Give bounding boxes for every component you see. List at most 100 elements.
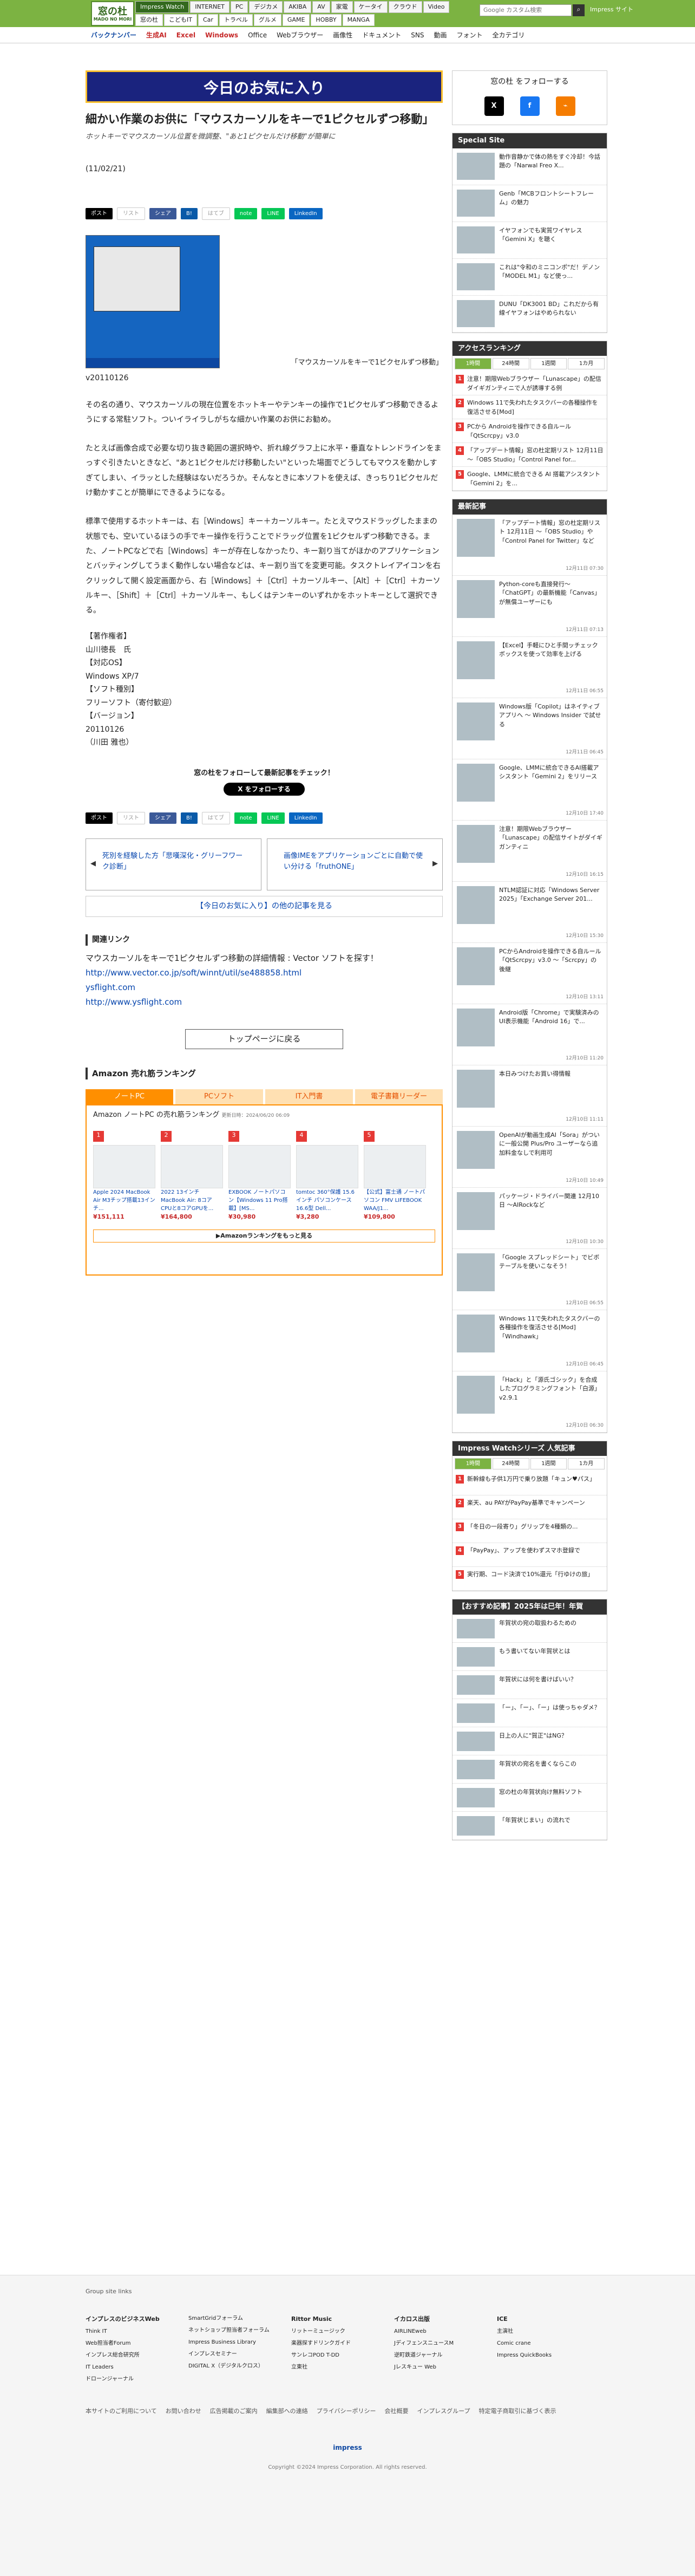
sub-nav-item[interactable]: 動画 — [434, 30, 447, 40]
category-nav-item[interactable]: Car — [198, 14, 218, 26]
share-button[interactable]: シェア — [149, 208, 176, 220]
group-nav-item[interactable]: クラウド — [388, 1, 422, 13]
impress-brand[interactable]: Impress サイト — [590, 5, 633, 15]
product-name[interactable]: EXBOOK ノートパソコン【Windows 11 Pro搭載】[MS... — [228, 1188, 291, 1213]
amazon-tab[interactable]: ノートPC — [86, 1089, 173, 1104]
footer-link[interactable]: ネットショップ担当者フォーラム — [188, 2325, 280, 2337]
group-nav-item[interactable]: AV — [312, 1, 330, 13]
latest-item[interactable]: 「Hack」と「源氏ゴシック」を合成したプログラミングフォント「白源」v2.9.… — [453, 1371, 607, 1433]
ranking-item[interactable]: 5 Google、LMMに統合できる AI 搭載アシスタント「Gemini 2」を… — [453, 467, 607, 491]
share-button[interactable]: B! — [181, 208, 198, 220]
share-button[interactable]: LINE — [261, 812, 285, 824]
latest-item[interactable]: PCからAndroidを操作できる自ルール「QtScrcpy」v3.0 ～「Sc… — [453, 943, 607, 1004]
amazon-product[interactable]: 5 【公式】富士通 ノートパソコン FMV LIFEBOOK WAA/J1... ¥… — [364, 1131, 426, 1222]
recommended-title[interactable]: 年賀状には何を書けばいい？ — [499, 1675, 576, 1694]
recommended-item[interactable]: 年賀状の宛の取扱わるための — [453, 1615, 607, 1643]
category-nav-item[interactable]: GAME — [282, 14, 310, 26]
share-button[interactable]: ポスト — [86, 812, 113, 824]
ranking-title[interactable]: 新幹線も子供1万円で乗り放題「キュン♥パス」 — [467, 1475, 595, 1492]
latest-item[interactable]: パッケージ・ドライバー関連 12月10日 ～AIRockなど 12月10日 10:… — [453, 1188, 607, 1249]
latest-item[interactable]: Windows 11で失われたタスクバーの各種操作を復活させる[Mod]「Win… — [453, 1310, 607, 1371]
related-link[interactable]: http://www.vector.co.jp/soft/winnt/util/… — [86, 966, 443, 980]
recommended-item[interactable]: 日上の人に"賀正"はNG？ — [453, 1727, 607, 1755]
footer-link[interactable]: サンレコPOD T-DD — [291, 2350, 383, 2362]
special-title[interactable]: Genb「MCBフロントシートフレーム」の魅力 — [499, 190, 602, 217]
footer-bottom-link[interactable]: プライバシーポリシー — [317, 2407, 376, 2416]
sub-nav-item[interactable]: Excel — [176, 30, 195, 40]
footer-bottom-link[interactable]: インプレスグループ — [417, 2407, 470, 2416]
ranking-item[interactable]: 4 「PayPay」、アップを使わずスマホ登録で — [453, 1543, 607, 1567]
product-image[interactable] — [364, 1145, 426, 1189]
related-link[interactable]: ysflight.com — [86, 980, 443, 995]
group-nav-item[interactable]: INTERNET — [190, 1, 230, 13]
special-title[interactable]: DUNU「DK3001 BD」これだから有線イヤフォンはやめられない — [499, 300, 602, 328]
ranking-title[interactable]: 注意！期限Webブラウザー「Lunascape」の配信ダイギガンティニで人が誘導… — [467, 375, 604, 392]
ranking-item[interactable]: 4 「アップデート情報」窓の杜定期リスト 12月11日 ～「OBS Studio」… — [453, 443, 607, 467]
share-button[interactable]: LINE — [261, 208, 285, 220]
ranking-title[interactable]: 「PayPay」、アップを使わずスマホ登録で — [467, 1546, 580, 1563]
product-image[interactable] — [296, 1145, 358, 1189]
impress-logo[interactable]: impress — [320, 2443, 375, 2453]
sub-nav-item[interactable]: Office — [248, 30, 267, 40]
latest-item[interactable]: OpenAIが動画生成AI「Sora」がついに一般公開 Plus/Pro ユーザ… — [453, 1127, 607, 1188]
special-item[interactable]: Genb「MCBフロントシートフレーム」の魅力 — [453, 185, 607, 222]
latest-item[interactable]: 【Excel】手軽にひと手間ッチェックボックスを使って効率を上げる 12月11日 … — [453, 637, 607, 698]
amazon-more-link[interactable]: ▶Amazonランキングをもっと見る — [93, 1229, 435, 1243]
ranking-tab[interactable]: 24時間 — [492, 1458, 529, 1469]
ranking-title[interactable]: 「アップデート情報」窓の杜定期リスト 12月11日 ～「OBS Studio」「… — [467, 446, 604, 463]
footer-bottom-link[interactable]: 特定電子商取引に基づく表示 — [478, 2407, 556, 2416]
rss-icon[interactable]: ⌁ — [555, 96, 575, 116]
share-button[interactable]: ポスト — [86, 208, 113, 220]
recommended-title[interactable]: 年賀状の宛名を書くならこの — [499, 1760, 576, 1779]
footer-bottom-link[interactable]: 会社概要 — [384, 2407, 408, 2416]
share-button[interactable]: リスト — [117, 207, 145, 220]
footer-link[interactable]: インプレスセミナー — [188, 2349, 280, 2360]
ranking-item[interactable]: 2 楽天、au PAYがPayPay基準でキャンペーン — [453, 1495, 607, 1519]
category-nav-item[interactable]: こどもIT — [164, 14, 197, 26]
footer-link[interactable]: Think IT — [86, 2326, 178, 2338]
search-input[interactable]: Google カスタム検索 — [480, 4, 572, 16]
share-button[interactable]: B! — [181, 812, 198, 824]
footer-link[interactable]: DIGITAL X（デジタルクロス） — [188, 2360, 280, 2372]
ranking-item[interactable]: 2 Windows 11で失われたタスクバーの各種操作を復活させる[Mod] — [453, 395, 607, 419]
latest-item[interactable]: Android版「Chrome」で実験済みのUI表示機能「Android 16」… — [453, 1004, 607, 1065]
group-nav-item[interactable]: ケータイ — [353, 1, 388, 13]
amazon-product[interactable]: 3 EXBOOK ノートパソコン【Windows 11 Pro搭載】[MS... ¥… — [228, 1131, 291, 1222]
footer-link[interactable]: 立東社 — [291, 2362, 383, 2373]
product-name[interactable]: 【公式】富士通 ノートパソコン FMV LIFEBOOK WAA/J1... — [364, 1188, 426, 1213]
sub-nav-item[interactable]: フォント — [457, 30, 483, 40]
share-button[interactable]: リスト — [117, 812, 145, 825]
group-nav-item[interactable]: PC — [230, 1, 248, 13]
sub-nav-item[interactable]: SNS — [411, 30, 424, 40]
product-image[interactable] — [228, 1145, 291, 1189]
footer-link[interactable]: 逆町鉄道ジャーナル — [394, 2350, 486, 2362]
footer-link[interactable]: Impress Business Library — [188, 2337, 280, 2349]
category-nav-item[interactable]: 窓の杜 — [135, 14, 163, 26]
ranking-item[interactable]: 5 実行期、コード決済で10%還元「行ゆけの旅」 — [453, 1567, 607, 1591]
recommended-title[interactable]: 窓の杜の年賀状向け無料ソフト — [499, 1788, 582, 1807]
product-image[interactable] — [93, 1145, 155, 1189]
footer-link[interactable]: Jレスキュー Web — [394, 2362, 486, 2373]
group-nav-item[interactable]: Video — [423, 1, 450, 13]
share-button[interactable]: LinkedIn — [289, 812, 323, 824]
ranking-title[interactable]: Windows 11で失われたタスクバーの各種操作を復活させる[Mod] — [467, 399, 604, 415]
ranking-tab[interactable]: 1週間 — [530, 1458, 567, 1469]
special-item[interactable]: 動作音静かで体の熱をすぐ冷却！今話題の「Narwal Freo X... — [453, 148, 607, 185]
x-icon[interactable]: X — [484, 96, 504, 116]
x-follow-button[interactable]: X をフォローする — [224, 783, 305, 796]
ranking-title[interactable]: 楽天、au PAYがPayPay基準でキャンペーン — [467, 1499, 585, 1515]
footer-link[interactable]: インプレス総合研究所 — [86, 2350, 178, 2362]
footer-link[interactable]: SmartGridフォーラム — [188, 2313, 280, 2325]
prev-article-link[interactable]: 死別を経験した方「悲嘆深化・グリーフワーク診断」 — [86, 838, 261, 891]
recommended-item[interactable]: 年賀状には何を書けばいい？ — [453, 1671, 607, 1699]
sub-nav-item[interactable]: 生成AI — [146, 30, 167, 40]
sub-nav-item[interactable]: 画像性 — [333, 30, 352, 40]
category-nav-item[interactable]: HOBBY — [311, 14, 342, 26]
recommended-title[interactable]: 「年賀状じまい」の流れで — [499, 1816, 571, 1835]
ranking-item[interactable]: 3 「冬日の一段寄り」グリップを4種類の... — [453, 1519, 607, 1543]
footer-link[interactable]: 主演社 — [497, 2326, 589, 2338]
special-title[interactable]: イヤフォンでも実質ワイヤレス「Gemini X」を聴く — [499, 226, 602, 254]
recommended-item[interactable]: 「ー」、「ー」、「ー」は使っちゃダメ？ — [453, 1699, 607, 1727]
latest-item[interactable]: 「Google スプレッドシート」でビボテーブルを使いこなそう！ 12月10日 0… — [453, 1249, 607, 1310]
ranking-tab[interactable]: 24時間 — [492, 358, 529, 369]
